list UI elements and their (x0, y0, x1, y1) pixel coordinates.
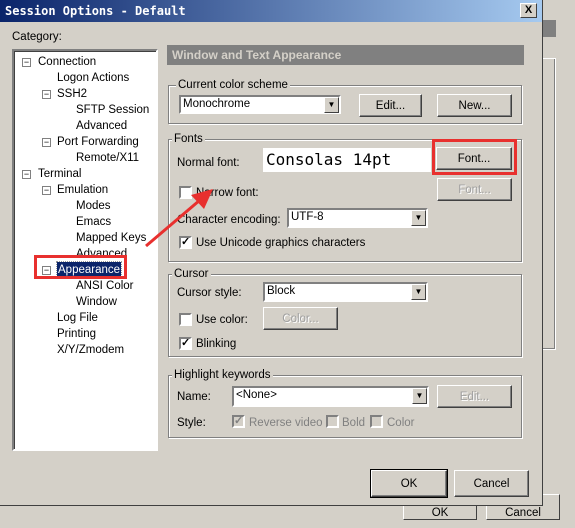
arrow-shaft (145, 198, 201, 248)
annotation-arrow (145, 189, 213, 248)
